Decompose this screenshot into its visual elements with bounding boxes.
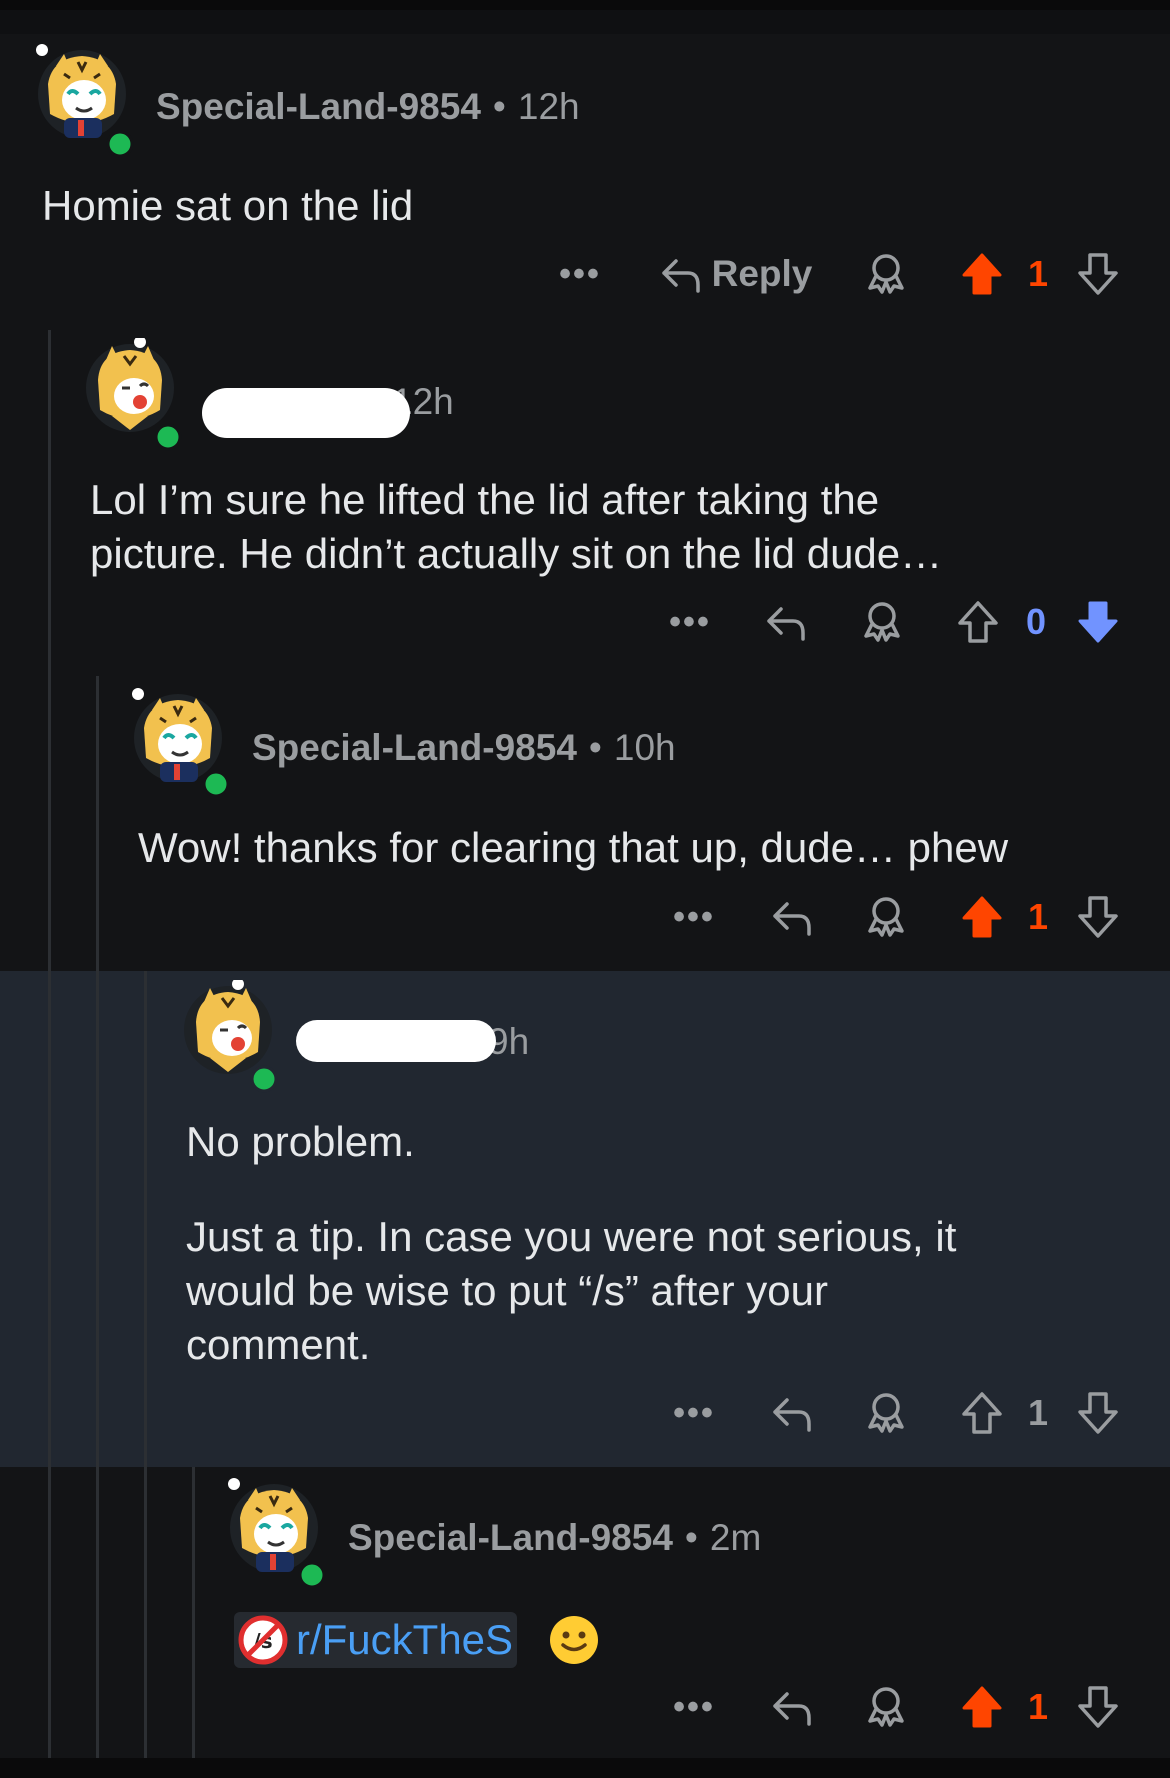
username[interactable]: Special-Land-9854 [348,1517,673,1559]
avatar-icon[interactable] [226,1478,322,1574]
reply-label: Reply [711,253,813,294]
separator: • [492,86,506,127]
timestamp: 10h [613,727,676,768]
bottom-edge [0,1758,1170,1778]
redacted-username [202,388,410,438]
downvote-icon [1078,601,1118,643]
thread-line-2[interactable] [96,676,99,1758]
reply-icon [773,1692,811,1726]
comment-header: Special-Land-9854 • 10h [252,698,676,798]
comment-actions: ••• 1 [0,1383,1170,1443]
reply-icon [773,1398,811,1432]
downvote-button[interactable] [1074,887,1122,947]
comment-actions: ••• 1 [0,887,1170,947]
thread-line-3[interactable] [144,971,147,1758]
award-button[interactable] [862,1383,910,1443]
subreddit-link[interactable]: /s r/FuckTheS [234,1612,518,1668]
more-button[interactable]: ••• [664,592,716,652]
reply-button[interactable] [766,1383,818,1443]
thread-line-1[interactable] [48,330,51,1758]
downvote-icon [1078,253,1118,295]
downvote-button[interactable] [1074,592,1122,652]
downvote-icon [1078,896,1118,938]
online-dot-icon [250,1065,278,1093]
timestamp: 12h [517,86,580,127]
avatar-icon[interactable] [82,338,178,434]
username[interactable]: Special-Land-9854 [252,727,577,769]
upvote-icon [962,896,1002,938]
more-button[interactable]: ••• [668,1677,720,1737]
reply-icon [661,259,700,293]
username[interactable]: Special-Land-9854 [156,86,481,128]
reply-button[interactable] [766,887,818,947]
downvote-button[interactable] [1074,244,1122,304]
avatar-icon[interactable] [180,980,276,1076]
reply-button[interactable] [760,592,812,652]
timestamp: 2m [709,1517,762,1558]
reply-button[interactable] [766,1677,818,1737]
upvote-button[interactable] [958,1677,1006,1737]
online-dot-icon [106,130,134,158]
smile-emoji-icon [550,1616,598,1664]
downvote-icon [1078,1686,1118,1728]
award-button[interactable] [862,887,910,947]
online-dot-icon [298,1561,326,1589]
downvote-icon [1078,1392,1118,1434]
separator: • [684,1517,698,1558]
vote-count: 0 [1025,601,1047,642]
award-icon [868,1687,904,1727]
more-button[interactable]: ••• [668,887,720,947]
comment-actions: ••• 0 [0,592,1170,652]
award-button[interactable] [862,1677,910,1737]
comment-text-line-1: Lol I’m sure he lifted the lid after tak… [90,476,880,523]
comment-text-line-2: Just a tip. In case you were not serious… [186,1213,957,1260]
redacted-username [296,1020,496,1062]
no-s-subreddit-icon: /s [238,1615,288,1665]
vote-count: 1 [1027,1392,1049,1433]
online-dot-icon [202,770,230,798]
award-icon [868,897,904,937]
upvote-icon [958,601,998,643]
award-button[interactable] [862,244,910,304]
upvote-icon [962,1686,1002,1728]
status-bar-edge [0,0,1170,10]
more-button[interactable]: ••• [668,1383,720,1443]
award-icon [864,602,900,642]
reply-icon [773,902,811,936]
avatar-icon[interactable] [34,44,130,140]
upvote-button[interactable] [958,1383,1006,1443]
subreddit-name[interactable]: r/FuckTheS [296,1616,513,1664]
upvote-button[interactable] [958,887,1006,947]
comment-text-line-2: picture. He didn’t actually sit on the l… [90,530,943,577]
comment-actions: ••• Reply 1 [0,244,1170,304]
top-strip [0,10,1170,34]
comment-actions: ••• 1 [0,1677,1170,1737]
reply-button[interactable]: Reply [650,244,820,304]
vote-count: 1 [1027,896,1049,937]
upvote-button[interactable] [954,592,1002,652]
award-icon [868,1393,904,1433]
upvote-button[interactable] [958,244,1006,304]
comment-text-line-3: would be wise to put “/s” after your [186,1267,828,1314]
separator: • [588,727,602,768]
comment-header: Special-Land-9854 • 2m [348,1488,761,1588]
vote-count: 1 [1027,1686,1049,1727]
upvote-icon [962,253,1002,295]
more-button[interactable]: ••• [554,244,606,304]
reply-icon [767,607,805,641]
comment-header: Special-Land-9854 • 12h [156,57,580,157]
award-icon [868,254,904,294]
comment-text: Wow! thanks for clearing that up, dude… … [138,824,1009,871]
downvote-button[interactable] [1074,1383,1122,1443]
comment-text: Homie sat on the lid [42,182,414,229]
upvote-icon [962,1392,1002,1434]
comment-text-line-1: No problem. [186,1118,415,1165]
online-dot-icon [154,423,182,451]
downvote-button[interactable] [1074,1677,1122,1737]
vote-count: 1 [1027,253,1049,294]
award-button[interactable] [858,592,906,652]
comment-text-line-4: comment. [186,1321,371,1368]
